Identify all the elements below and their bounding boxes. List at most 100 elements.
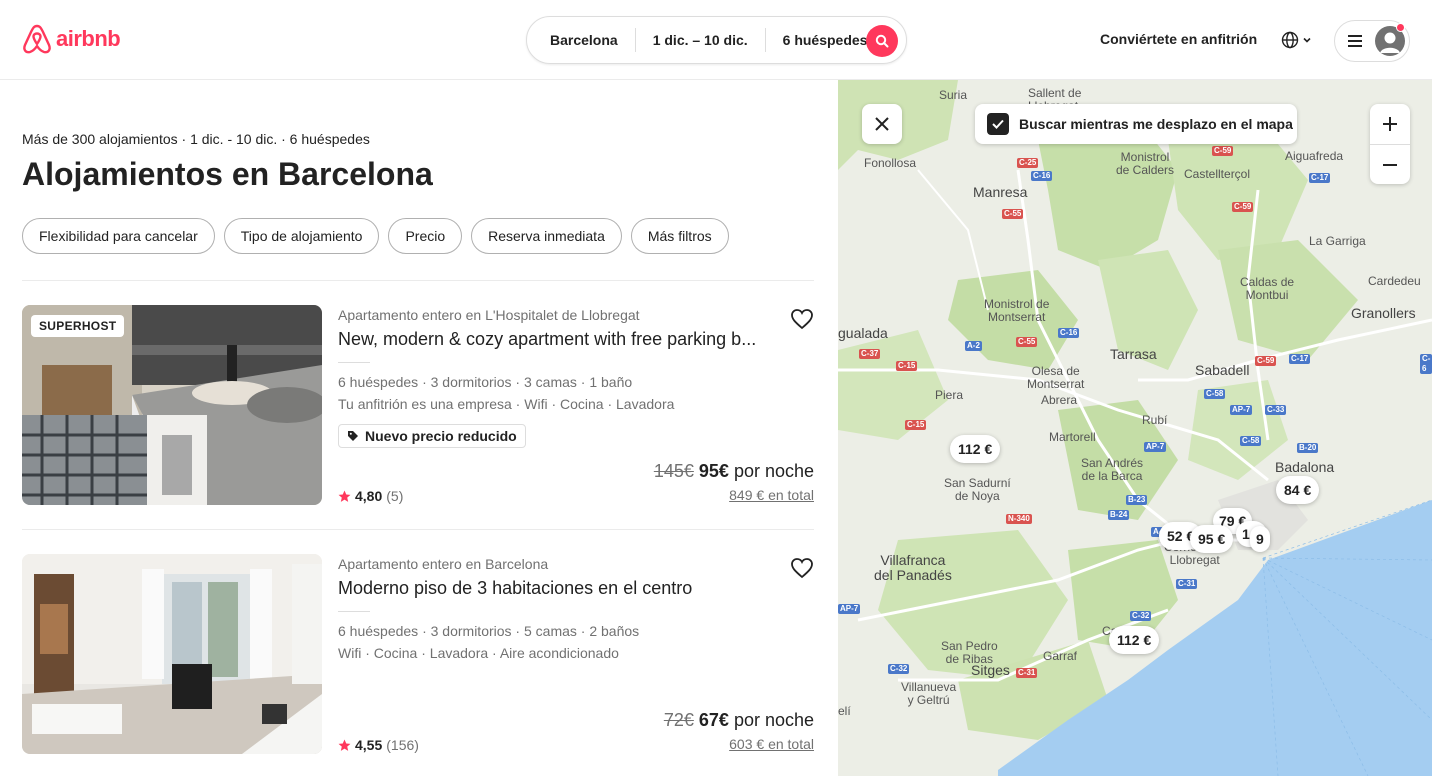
superhost-badge: SUPERHOST (31, 315, 125, 337)
price: 145€ 95€ por noche (654, 461, 814, 482)
map-label: Sabadell (1195, 362, 1250, 378)
road-label: C-59 (1212, 146, 1234, 156)
map-label: La Garriga (1309, 234, 1366, 248)
title-divider (338, 362, 370, 363)
listing-title[interactable]: Moderno piso de 3 habitaciones en el cen… (338, 578, 778, 599)
road-label: C-31 (1176, 579, 1198, 589)
map-label: Piera (935, 388, 964, 402)
listing-photo[interactable] (22, 554, 322, 754)
map-label: Sitges (971, 662, 1010, 678)
filter-more[interactable]: Más filtros (630, 218, 729, 254)
filter-instant-book[interactable]: Reserva inmediata (471, 218, 622, 254)
rating-value: 4,55 (355, 737, 383, 753)
listing-amenities: Tu anfitrión es una empresa · Wifi · Coc… (338, 396, 675, 412)
filter-bar: Flexibilidad para cancelar Tipo de aloja… (22, 218, 729, 254)
globe-icon (1281, 31, 1299, 49)
price-pin[interactable]: 95 € (1190, 525, 1234, 553)
title-divider (338, 611, 370, 612)
map-label: Manresa (973, 184, 1028, 200)
close-map-button[interactable] (862, 104, 902, 144)
heart-icon (791, 309, 813, 330)
price-pin[interactable]: 84 € (1276, 476, 1320, 504)
search-icon (875, 34, 889, 48)
map-label: Tarrasa (1110, 346, 1157, 362)
become-host-link[interactable]: Conviértete en anfitrión (1100, 31, 1257, 47)
road-label: C-58 (1204, 389, 1226, 399)
filter-property-type[interactable]: Tipo de alojamiento (223, 218, 380, 254)
road-label: C-31 (1016, 668, 1038, 678)
save-heart-button[interactable] (790, 307, 814, 336)
search-location[interactable]: Barcelona (527, 28, 635, 52)
map-label: San Andrés de la Barca (1081, 456, 1144, 483)
price-pin[interactable]: 112 € (950, 435, 1001, 463)
listing-photo[interactable]: SUPERHOST (22, 305, 322, 505)
zoom-in-button[interactable] (1370, 104, 1410, 144)
old-price: 72€ (663, 710, 694, 730)
road-label: B-24 (1108, 510, 1130, 520)
map-label: Garraf (1043, 649, 1078, 663)
listing-details: 6 huéspedes · 3 dormitorios · 5 camas · … (338, 623, 640, 639)
map-label: Cardedeu (1368, 274, 1421, 288)
listing-card[interactable]: SUPERHOST Apartamento entero en L'Hospit… (22, 305, 814, 505)
language-button[interactable] (1281, 31, 1313, 49)
review-count: (5) (386, 488, 404, 504)
zoom-out-button[interactable] (1370, 144, 1410, 184)
per-night-label: por noche (733, 461, 814, 481)
current-price: 95€ (698, 461, 729, 481)
search-button[interactable] (866, 25, 898, 57)
top-header: airbnb Barcelona 1 dic. – 10 dic. 6 hués… (0, 0, 1432, 80)
filter-cancellation[interactable]: Flexibilidad para cancelar (22, 218, 215, 254)
search-as-move-toggle[interactable]: Buscar mientras me desplazo en el mapa (975, 104, 1297, 144)
filter-price[interactable]: Precio (388, 218, 463, 254)
notification-dot (1396, 23, 1405, 32)
rating-value: 4,80 (355, 488, 383, 504)
map-label: gualada (838, 325, 888, 341)
road-label: C-16 (1058, 328, 1080, 338)
map-label: Rubí (1142, 413, 1168, 427)
map-label: Badalona (1275, 459, 1335, 475)
map[interactable]: Suria Sallent de Llobregat Fonollosa Man… (838, 80, 1432, 776)
road-label: C-15 (896, 361, 918, 371)
road-label: C-6 (1420, 354, 1432, 374)
check-icon (992, 119, 1004, 129)
road-label: C-59 (1255, 356, 1277, 366)
road-label: C-59 (1232, 202, 1254, 212)
listing-card[interactable]: Apartamento entero en Barcelona Moderno … (22, 554, 814, 754)
search-as-move-label: Buscar mientras me desplazo en el mapa (1019, 116, 1293, 132)
map-label: Caldas de Montbui (1240, 275, 1295, 302)
map-label: Fonollosa (864, 156, 917, 170)
divider (22, 529, 814, 530)
listing-type: Apartamento entero en L'Hospitalet de Ll… (338, 307, 640, 323)
minus-icon (1383, 163, 1397, 166)
total-price-link[interactable]: 603 € en total (729, 736, 814, 752)
road-label: C-55 (1016, 337, 1038, 347)
price-pin[interactable]: 112 € (1109, 626, 1160, 654)
road-label: C-37 (859, 349, 881, 359)
per-night-label: por noche (733, 710, 814, 730)
star-icon (338, 490, 351, 502)
road-label: C-25 (1017, 158, 1039, 168)
map-label: Castellterçol (1184, 167, 1251, 181)
plus-icon (1383, 117, 1397, 131)
map-label: San Sadurní de Noya (944, 476, 1011, 503)
total-price-link[interactable]: 849 € en total (729, 487, 814, 503)
map-label: Granollers (1351, 305, 1416, 321)
results-list: Más de 300 alojamientos · 1 dic. - 10 di… (0, 80, 838, 776)
rating: 4,80 (5) (338, 488, 403, 504)
road-label: C-16 (1031, 171, 1053, 181)
close-icon (875, 117, 889, 131)
road-label: AP-7 (1144, 442, 1167, 452)
search-as-move-checkbox[interactable] (987, 113, 1009, 135)
price-pin[interactable]: 9 (1250, 526, 1270, 552)
save-heart-button[interactable] (790, 556, 814, 585)
map-label: Abrera (1041, 393, 1078, 407)
listing-details: 6 huéspedes · 3 dormitorios · 3 camas · … (338, 374, 633, 390)
search-bar[interactable]: Barcelona 1 dic. – 10 dic. 6 huéspedes (526, 16, 907, 64)
logo-text: airbnb (56, 26, 121, 51)
search-dates[interactable]: 1 dic. – 10 dic. (634, 28, 765, 52)
price-drop-label: Nuevo precio reducido (365, 428, 517, 444)
price: 72€ 67€ por noche (664, 710, 814, 731)
airbnb-logo[interactable]: airbnb (22, 23, 121, 55)
listing-title[interactable]: New, modern & cozy apartment with free p… (338, 329, 778, 350)
map-label: Villanueva y Geltrú (901, 680, 957, 707)
